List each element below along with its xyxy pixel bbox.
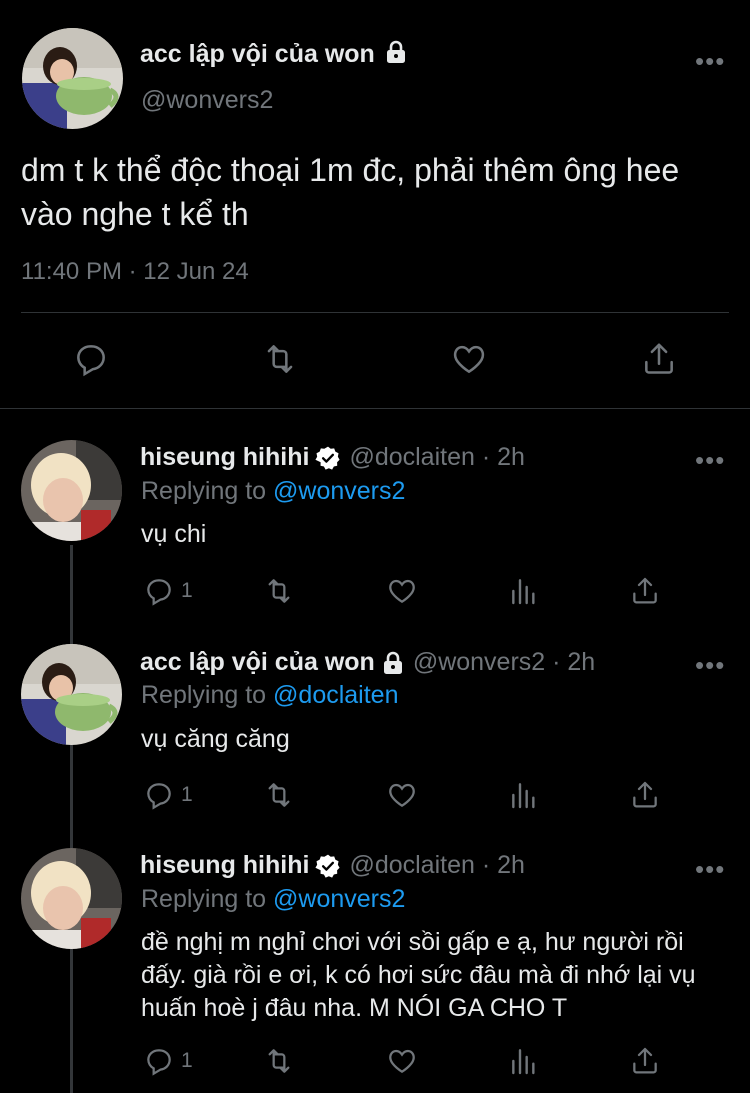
views-button[interactable] bbox=[508, 1045, 540, 1077]
author-name[interactable]: acc lập vội của won bbox=[140, 40, 408, 69]
mention-link[interactable]: @wonvers2 bbox=[273, 885, 405, 913]
views-button[interactable] bbox=[508, 575, 540, 607]
avatar-doclaiten[interactable] bbox=[21, 440, 122, 541]
more-options-icon[interactable]: ••• bbox=[695, 447, 725, 473]
like-icon bbox=[450, 340, 488, 378]
more-options-icon[interactable]: ••• bbox=[695, 856, 725, 882]
reply-count: 1 bbox=[181, 1049, 193, 1072]
share-icon bbox=[629, 575, 661, 607]
reply-header: acc lập vội của won @wonvers2 · 2h bbox=[140, 648, 595, 677]
retweet-icon bbox=[262, 779, 296, 811]
views-button[interactable] bbox=[508, 779, 540, 811]
views-icon bbox=[508, 575, 540, 607]
share-button[interactable] bbox=[640, 340, 678, 378]
tweet-timestamp[interactable]: 11:40 PM · 12 Jun 24 bbox=[21, 258, 249, 286]
like-icon bbox=[386, 575, 418, 607]
more-options-icon[interactable]: ••• bbox=[695, 652, 725, 678]
reply-header: hiseung hihihi @doclaiten · 2h bbox=[140, 851, 525, 880]
reply-icon bbox=[143, 575, 175, 607]
views-icon bbox=[508, 1045, 540, 1077]
retweet-button[interactable] bbox=[262, 575, 296, 607]
section-divider bbox=[0, 408, 750, 409]
share-button[interactable] bbox=[629, 575, 661, 607]
retweet-icon bbox=[260, 340, 300, 378]
reply-icon bbox=[72, 340, 110, 378]
retweet-button[interactable] bbox=[260, 340, 300, 378]
avatar-doclaiten[interactable] bbox=[21, 848, 122, 949]
author-name[interactable]: acc lập vội của won bbox=[140, 648, 375, 677]
replying-to: Replying to @wonvers2 bbox=[141, 885, 406, 913]
verified-badge-icon bbox=[315, 445, 341, 471]
reply-button[interactable]: 1 bbox=[143, 1045, 193, 1077]
like-icon bbox=[386, 779, 418, 811]
mention-link[interactable]: @doclaiten bbox=[273, 681, 398, 709]
lock-icon bbox=[381, 651, 405, 675]
reply-count: 1 bbox=[181, 579, 193, 602]
handle-time[interactable]: @wonvers2 · 2h bbox=[413, 648, 595, 677]
share-icon bbox=[629, 1045, 661, 1077]
divider bbox=[21, 312, 729, 313]
avatar-wonvers2[interactable] bbox=[22, 28, 123, 129]
like-button[interactable] bbox=[386, 575, 418, 607]
author-name[interactable]: hiseung hihihi bbox=[140, 851, 309, 880]
reply-header: hiseung hihihi @doclaiten · 2h bbox=[140, 443, 525, 472]
lock-icon bbox=[384, 40, 408, 64]
reply-icon bbox=[143, 779, 175, 811]
reply-text: vụ căng căng bbox=[141, 725, 290, 753]
reply-count: 1 bbox=[181, 783, 193, 806]
retweet-button[interactable] bbox=[262, 1045, 296, 1077]
avatar-wonvers2[interactable] bbox=[21, 644, 122, 745]
reply-text: vụ chi bbox=[141, 520, 207, 548]
share-icon bbox=[629, 779, 661, 811]
author-handle[interactable]: @wonvers2 bbox=[141, 86, 273, 115]
thread-line bbox=[70, 545, 73, 1093]
like-button[interactable] bbox=[386, 779, 418, 811]
author-name[interactable]: hiseung hihihi bbox=[140, 443, 309, 472]
reply-button[interactable]: 1 bbox=[143, 779, 193, 811]
share-icon bbox=[640, 340, 678, 378]
share-button[interactable] bbox=[629, 1045, 661, 1077]
verified-badge-icon bbox=[315, 853, 341, 879]
replying-to: Replying to @doclaiten bbox=[141, 681, 399, 709]
reply-icon bbox=[143, 1045, 175, 1077]
share-button[interactable] bbox=[629, 779, 661, 811]
tweet-text: dm t k thể độc thoại 1m đc, phải thêm ôn… bbox=[21, 152, 680, 232]
retweet-icon bbox=[262, 575, 296, 607]
like-icon bbox=[386, 1045, 418, 1077]
mention-link[interactable]: @wonvers2 bbox=[273, 477, 405, 505]
replying-to: Replying to @wonvers2 bbox=[141, 477, 406, 505]
retweet-icon bbox=[262, 1045, 296, 1077]
reply-button[interactable]: 1 bbox=[143, 575, 193, 607]
like-button[interactable] bbox=[386, 1045, 418, 1077]
more-options-icon[interactable]: ••• bbox=[695, 48, 725, 74]
like-button[interactable] bbox=[450, 340, 488, 378]
views-icon bbox=[508, 779, 540, 811]
retweet-button[interactable] bbox=[262, 779, 296, 811]
reply-button[interactable] bbox=[72, 340, 110, 378]
handle-time[interactable]: @doclaiten · 2h bbox=[349, 443, 524, 472]
reply-text: đề nghị m nghỉ chơi với sồi gấp e ạ, hư … bbox=[141, 928, 696, 1022]
handle-time[interactable]: @doclaiten · 2h bbox=[349, 851, 524, 880]
